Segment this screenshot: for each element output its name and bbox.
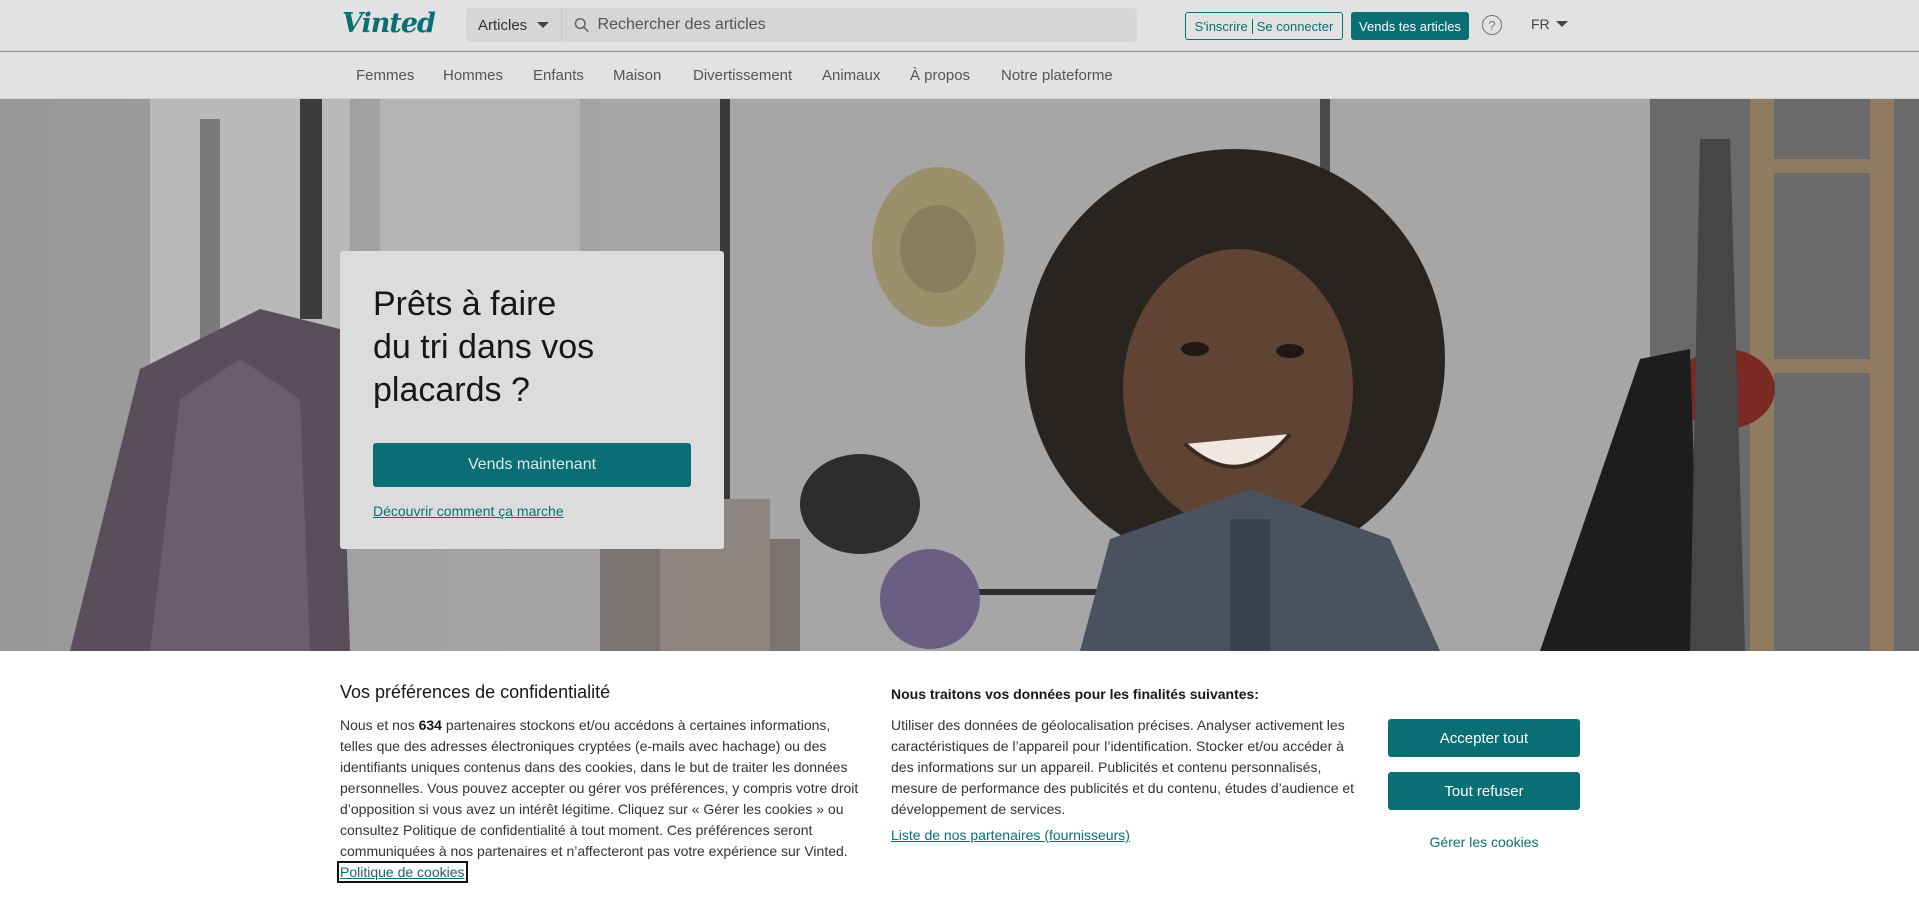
divider [1251,18,1253,34]
nav-item-divertissement[interactable]: Divertissement [693,67,792,84]
search-field [562,8,1137,42]
sell-now-button[interactable]: Vends maintenant [373,443,691,487]
search-input[interactable] [597,16,1137,34]
accept-all-button[interactable]: Accepter tout [1388,719,1580,757]
sell-items-button[interactable]: Vends tes articles [1351,12,1469,40]
vinted-logo[interactable]: Vinted [342,8,436,39]
hero-title: Prêts à faire du tri dans vos placards ? [373,283,693,412]
refuse-all-button[interactable]: Tout refuser [1388,772,1580,810]
login-link[interactable]: Se connecter [1257,19,1334,34]
cookie-title: Vos préférences de confidentialité [340,682,611,702]
search-icon [574,17,589,33]
language-label: FR [1531,16,1550,32]
nav-item-enfants[interactable]: Enfants [533,67,584,84]
signup-login-button[interactable]: S'inscrire Se connecter [1185,12,1343,40]
help-icon[interactable]: ? [1482,15,1502,35]
language-selector[interactable]: FR [1531,16,1568,32]
purposes-title: Nous traitons vos données pour les final… [891,686,1259,702]
cookie-description: Nous et nos 634 partenaires stockons et/… [337,715,860,883]
cookie-policy-link[interactable]: Politique de cookies [337,861,468,883]
partner-count: 634 [418,717,442,733]
purposes-text: Utiliser des données de géolocalisation … [891,717,1355,817]
nav-item-animaux[interactable]: Animaux [822,67,880,84]
how-it-works-link[interactable]: Découvrir comment ça marche [373,503,564,519]
search-category-select[interactable]: Articles [466,8,563,42]
cookie-desc-start: Nous et nos [340,717,415,733]
hero-card: Prêts à faire du tri dans vos placards ?… [340,251,724,549]
nav-item-femmes[interactable]: Femmes [356,67,414,84]
hero-title-line: Prêts à faire [373,285,557,323]
search-category-label: Articles [478,16,528,34]
partners-list-link[interactable]: Liste de nos partenaires (fournisseurs) [891,827,1130,843]
search-bar: Articles [466,8,1137,42]
hero-title-line: du tri dans vos [373,328,595,366]
nav-item-notre-plateforme[interactable]: Notre plateforme [1001,67,1113,84]
nav-item-maison[interactable]: Maison [613,67,661,84]
signup-link[interactable]: S'inscrire [1195,19,1248,34]
chevron-down-icon [1555,21,1568,27]
nav-item-a-propos[interactable]: À propos [910,67,970,84]
hero-photo [70,99,1919,651]
hero-banner: Prêts à faire du tri dans vos placards ?… [0,99,1919,651]
chevron-down-icon [537,22,550,28]
hero-title-line: placards ? [373,371,530,409]
cookie-consent-banner: Vos préférences de confidentialité Nous … [0,651,1919,924]
category-nav: Femmes Hommes Enfants Maison Divertissem… [0,52,1919,99]
nav-item-hommes[interactable]: Hommes [443,67,503,84]
cookie-desc-body: partenaires stockons et/ou accédons à ce… [340,717,859,859]
manage-cookies-button[interactable]: Gérer les cookies [1388,834,1580,850]
top-header: Vinted Articles S'inscrire Se connecter … [0,0,1919,51]
